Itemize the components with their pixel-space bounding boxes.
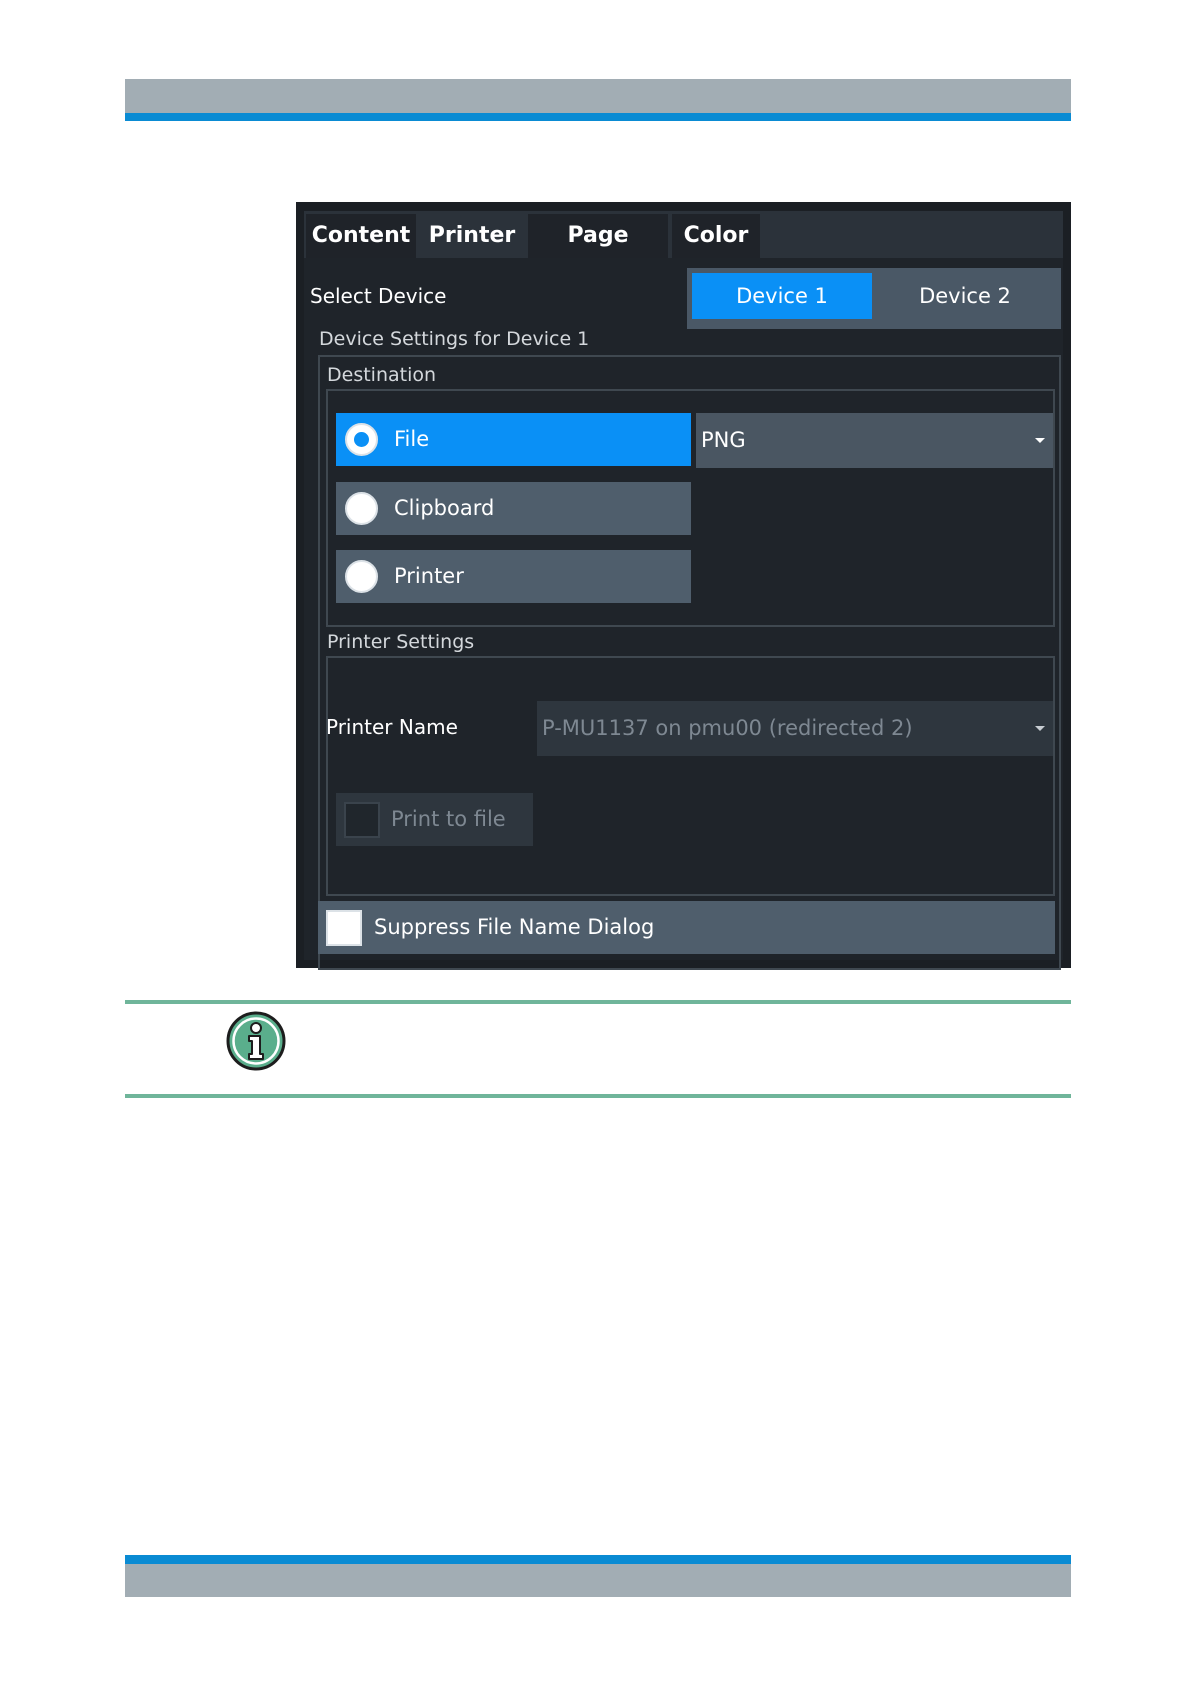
printer-name-label: Printer Name [326, 715, 458, 739]
device-1-button[interactable]: Device 1 [692, 273, 872, 319]
info-icon [226, 1011, 286, 1071]
checkbox-unchecked-icon [344, 802, 380, 838]
chevron-down-icon [1035, 438, 1045, 443]
dialog-body: Content Printer Page Setup Color Select … [304, 211, 1063, 970]
note-top-rule [125, 1000, 1071, 1004]
radio-empty-icon [345, 492, 378, 525]
printer-name-dropdown[interactable]: P-MU1137 on pmu00 (redirected 2) [537, 701, 1053, 756]
destination-clipboard-option[interactable]: Clipboard [336, 482, 691, 535]
radio-empty-icon [345, 560, 378, 593]
destination-printer-option[interactable]: Printer [336, 550, 691, 603]
page-footer-bar [125, 1564, 1071, 1597]
checkbox-unchecked-icon [326, 910, 362, 946]
destination-title: Destination [327, 364, 437, 386]
page-header-accent [125, 113, 1071, 121]
destination-file-label: File [394, 427, 430, 451]
print-to-file-label: Print to file [391, 807, 506, 831]
page-footer-accent [125, 1555, 1071, 1564]
chevron-down-icon [1035, 726, 1045, 731]
destination-printer-label: Printer [394, 564, 464, 588]
print-to-file-checkbox[interactable]: Print to file [336, 793, 533, 846]
printer-name-value: P-MU1137 on pmu00 (redirected 2) [542, 716, 913, 740]
suppress-file-name-dialog-label: Suppress File Name Dialog [374, 915, 655, 939]
print-settings-dialog: Content Printer Page Setup Color Select … [296, 202, 1071, 970]
tab-page-setup[interactable]: Page Setup [528, 214, 668, 292]
printer-settings-frame [326, 656, 1055, 896]
destination-file-option[interactable]: File [336, 413, 691, 466]
select-device-label: Select Device [310, 284, 447, 308]
tab-printer[interactable]: Printer [420, 214, 524, 258]
page-header-bar [125, 79, 1071, 113]
note-bottom-rule [125, 1094, 1071, 1098]
file-format-dropdown[interactable]: PNG [696, 413, 1053, 468]
device-selector: Device 1 Device 2 [687, 268, 1061, 329]
destination-clipboard-label: Clipboard [394, 496, 495, 520]
device-settings-title: Device Settings for Device 1 [319, 328, 590, 350]
device-2-button[interactable]: Device 2 [874, 273, 1056, 319]
tab-content[interactable]: Content [306, 214, 416, 258]
tab-color[interactable]: Color [672, 214, 760, 258]
printer-tab-panel: Select Device Device 1 Device 2 Device S… [304, 258, 1063, 970]
suppress-file-name-dialog-checkbox[interactable]: Suppress File Name Dialog [318, 901, 1055, 954]
radio-selected-icon [345, 423, 378, 456]
printer-settings-title: Printer Settings [327, 631, 475, 653]
file-format-value: PNG [701, 428, 746, 452]
